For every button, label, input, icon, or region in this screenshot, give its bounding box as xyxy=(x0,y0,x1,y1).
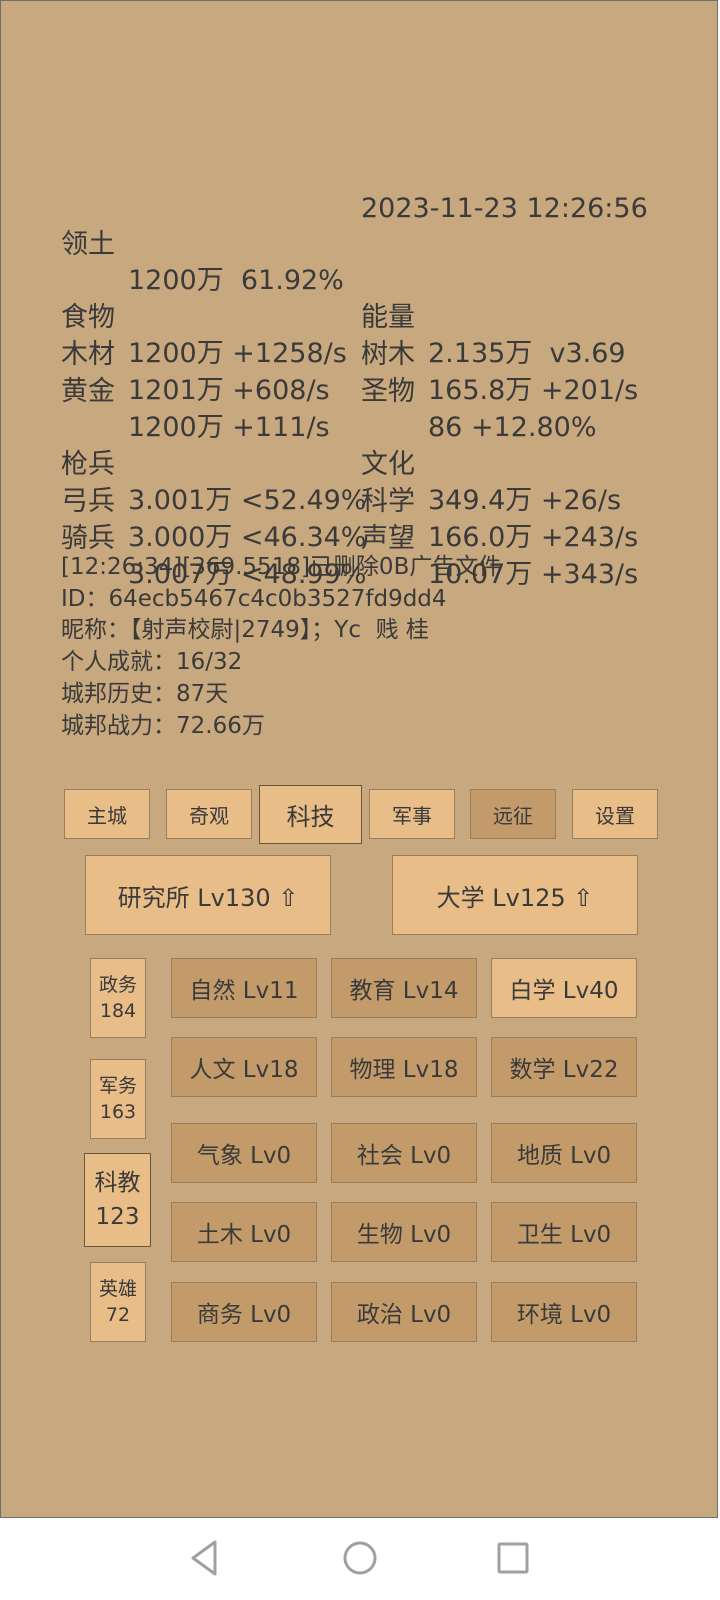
food-value: 1200万 +1258/s xyxy=(128,338,347,369)
archers-row: 弓兵 3.000万 <46.34% xyxy=(61,448,366,553)
player-nickname: 昵称：【射声校尉|2749】；Yc 贱 桂 xyxy=(61,617,429,643)
tech-physics[interactable]: 物理 Lv18 xyxy=(331,1037,477,1097)
home-icon[interactable] xyxy=(340,1538,380,1578)
research-institute-upgrade-button[interactable]: 研究所 Lv130 ⇧ xyxy=(85,855,331,935)
gold-value: 1200万 +111/s xyxy=(128,412,330,443)
city-power: 城邦战力：72.66万 xyxy=(61,713,265,739)
science-value: 166.0万 +243/s xyxy=(428,522,639,553)
trees-row: 树木 165.8万 +201/s xyxy=(361,301,638,406)
wood-value: 1201万 +608/s xyxy=(128,375,330,406)
back-icon[interactable] xyxy=(185,1538,225,1578)
category-heroes-name: 英雄 xyxy=(98,1278,137,1300)
category-science-name: 科教 xyxy=(94,1170,141,1196)
datetime: 2023-11-23 12:26:56 xyxy=(361,193,648,224)
tab-main-city[interactable]: 主城 xyxy=(64,789,150,839)
tech-civil-engineering[interactable]: 土木 Lv0 xyxy=(171,1202,317,1262)
tech-society[interactable]: 社会 Lv0 xyxy=(331,1123,477,1183)
recents-icon[interactable] xyxy=(493,1538,533,1578)
relics-value: 86 +12.80% xyxy=(428,412,597,443)
science-row: 科学 166.0万 +243/s xyxy=(361,448,638,553)
category-politics-name: 政务 xyxy=(98,974,137,996)
log-message: [12:26:34][369.5518]已删除0B广告文件 xyxy=(61,554,502,580)
tech-education[interactable]: 教育 Lv14 xyxy=(331,958,477,1018)
tech-biology[interactable]: 生物 Lv0 xyxy=(331,1202,477,1262)
player-id: ID：64ecb5467c4c0b3527fd9dd4 xyxy=(61,586,447,612)
relics-row: 圣物 86 +12.80% xyxy=(361,338,597,443)
category-science-count: 123 xyxy=(95,1204,140,1230)
gold-row: 黄金 1200万 +111/s xyxy=(61,338,330,443)
tab-settings[interactable]: 设置 xyxy=(572,789,658,839)
wood-row: 木材 1201万 +608/s xyxy=(61,301,330,406)
tab-expedition[interactable]: 远征 xyxy=(470,789,556,839)
gold-label: 黄金 xyxy=(61,376,115,407)
territory-label: 领土 xyxy=(61,229,115,260)
cavalry-row: 骑兵 3.007万 <48.99% xyxy=(61,485,366,590)
spearmen-row: 枪兵 3.001万 <52.49% xyxy=(61,411,366,516)
trees-value: 165.8万 +201/s xyxy=(428,375,639,406)
culture-row: 文化 349.4万 +26/s xyxy=(361,411,621,516)
energy-row: 能量 2.135万 v3.69 xyxy=(361,264,626,369)
tech-humanities[interactable]: 人文 Lv18 xyxy=(171,1037,317,1097)
achievements: 个人成就：16/32 xyxy=(61,649,243,675)
spearmen-value: 3.001万 <52.49% xyxy=(128,485,367,516)
tech-environment[interactable]: 环境 Lv0 xyxy=(491,1282,637,1342)
tab-wonders[interactable]: 奇观 xyxy=(166,789,252,839)
category-heroes[interactable]: 英雄 72 xyxy=(90,1262,146,1342)
culture-value: 349.4万 +26/s xyxy=(428,485,622,516)
category-science-education[interactable]: 科教 123 xyxy=(84,1153,151,1247)
city-history: 城邦历史：87天 xyxy=(61,681,229,707)
territory-value: 1200万 61.92% xyxy=(128,265,344,296)
category-military-affairs[interactable]: 军务 163 xyxy=(90,1059,146,1139)
system-navigation-bar xyxy=(0,1518,720,1600)
tech-nature[interactable]: 自然 Lv11 xyxy=(171,958,317,1018)
archers-value: 3.000万 <46.34% xyxy=(128,522,367,553)
category-politics[interactable]: 政务 184 xyxy=(90,958,146,1038)
university-upgrade-button[interactable]: 大学 Lv125 ⇧ xyxy=(392,855,638,935)
relics-label: 圣物 xyxy=(361,376,415,407)
tab-technology[interactable]: 科技 xyxy=(259,785,362,844)
energy-value: 2.135万 v3.69 xyxy=(428,338,626,369)
tech-commerce[interactable]: 商务 Lv0 xyxy=(171,1282,317,1342)
category-politics-count: 184 xyxy=(99,1000,137,1022)
food-row: 食物 1200万 +1258/s xyxy=(61,264,347,369)
category-military-name: 军务 xyxy=(98,1075,137,1097)
tech-meteorology[interactable]: 气象 Lv0 xyxy=(171,1123,317,1183)
game-screen: 领土 1200万 61.92% 2023-11-23 12:26:56 食物 1… xyxy=(0,0,718,1518)
prestige-row: 声望 10.07万 +343/s xyxy=(361,485,638,590)
tab-military[interactable]: 军事 xyxy=(369,789,455,839)
tech-politics[interactable]: 政治 Lv0 xyxy=(331,1282,477,1342)
tech-hygiene[interactable]: 卫生 Lv0 xyxy=(491,1202,637,1262)
territory-row: 领土 1200万 61.92% xyxy=(61,191,344,296)
tech-geology[interactable]: 地质 Lv0 xyxy=(491,1123,637,1183)
category-heroes-count: 72 xyxy=(105,1304,131,1326)
tech-mathematics[interactable]: 数学 Lv22 xyxy=(491,1037,637,1097)
category-military-count: 163 xyxy=(99,1101,137,1123)
tech-baixue[interactable]: 白学 Lv40 xyxy=(491,958,637,1018)
